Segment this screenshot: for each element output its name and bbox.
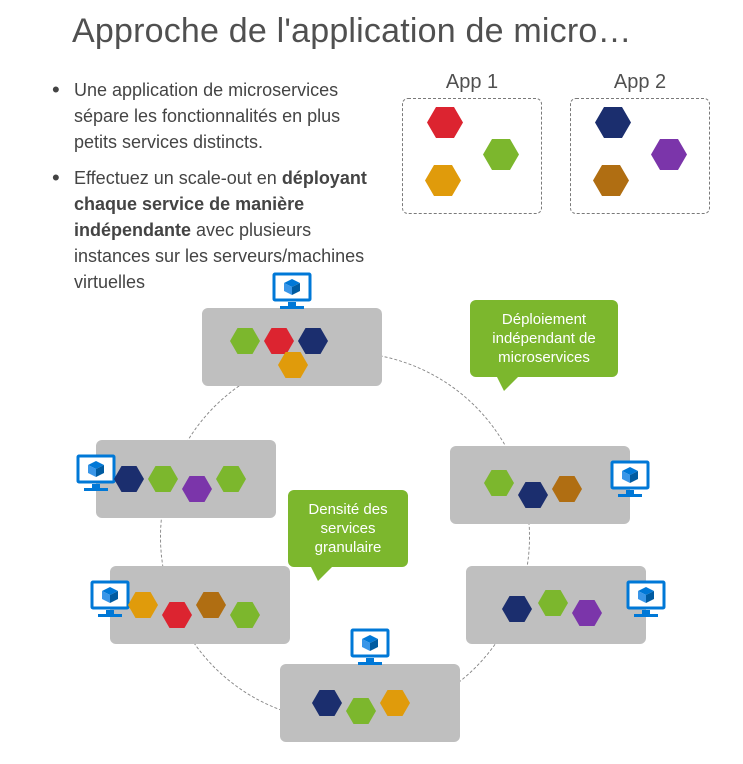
hexagon-icon <box>572 600 602 626</box>
server-node <box>280 664 460 742</box>
bullet-list: Une application de microservices sépare … <box>52 77 382 305</box>
cluster-diagram: Déploiement indépendant de microservices… <box>0 330 743 760</box>
app-1-label: App 1 <box>402 71 542 94</box>
hexagon-icon <box>518 482 548 508</box>
hexagon-icon <box>196 592 226 618</box>
server-node <box>450 446 630 524</box>
hexagon-icon <box>128 592 158 618</box>
hexagon-icon <box>346 698 376 724</box>
callout-density-text: Densité des services granulaire <box>308 501 387 556</box>
callout-deploy-text: Déploiement indépendant de microservices <box>492 311 595 366</box>
hexagon-icon <box>264 328 294 354</box>
hexagon-icon <box>230 328 260 354</box>
app-boxes: App 1 App 2 <box>402 71 710 305</box>
callout-tail <box>496 375 520 391</box>
hexagon-icon <box>182 476 212 502</box>
hexagon-icon <box>114 466 144 492</box>
hexagon-icon <box>593 165 629 196</box>
hexagon-icon <box>651 139 687 170</box>
app-2-label: App 2 <box>570 71 710 94</box>
hexagon-icon <box>552 476 582 502</box>
content-row: Une application de microservices sépare … <box>0 51 743 305</box>
server-node <box>466 566 646 644</box>
app-2-box: App 2 <box>570 71 710 305</box>
hexagon-icon <box>427 107 463 138</box>
hexagon-icon <box>278 352 308 378</box>
server-node <box>96 440 276 518</box>
bullet-item: Une application de microservices sépare … <box>52 77 382 155</box>
hexagon-icon <box>162 602 192 628</box>
page-title: Approche de l'application de micro… <box>0 0 743 51</box>
app-2-inner <box>570 98 710 214</box>
hexagon-icon <box>312 690 342 716</box>
hexagon-icon <box>538 590 568 616</box>
hexagon-icon <box>216 466 246 492</box>
hexagon-icon <box>484 470 514 496</box>
callout-tail <box>310 565 334 581</box>
hexagon-icon <box>502 596 532 622</box>
hexagon-icon <box>230 602 260 628</box>
monitor-icon <box>608 460 652 500</box>
hexagon-icon <box>483 139 519 170</box>
bullet-text-pre: Effectuez un scale-out en <box>74 168 282 188</box>
app-1-box: App 1 <box>402 71 542 305</box>
server-node <box>202 308 382 386</box>
callout-density: Densité des services granulaire <box>288 490 408 567</box>
bullet-item: Effectuez un scale-out en déployant chaq… <box>52 165 382 295</box>
monitor-icon <box>624 580 668 620</box>
bullet-text: Une application de microservices sépare … <box>74 80 340 152</box>
hexagon-icon <box>595 107 631 138</box>
hexagon-icon <box>148 466 178 492</box>
server-node <box>110 566 290 644</box>
hexagon-icon <box>380 690 410 716</box>
monitor-icon <box>88 580 132 620</box>
callout-deploy: Déploiement indépendant de microservices <box>470 300 618 377</box>
monitor-icon <box>74 454 118 494</box>
app-1-inner <box>402 98 542 214</box>
hexagon-icon <box>298 328 328 354</box>
monitor-icon <box>270 272 314 312</box>
monitor-icon <box>348 628 392 668</box>
hexagon-icon <box>425 165 461 196</box>
